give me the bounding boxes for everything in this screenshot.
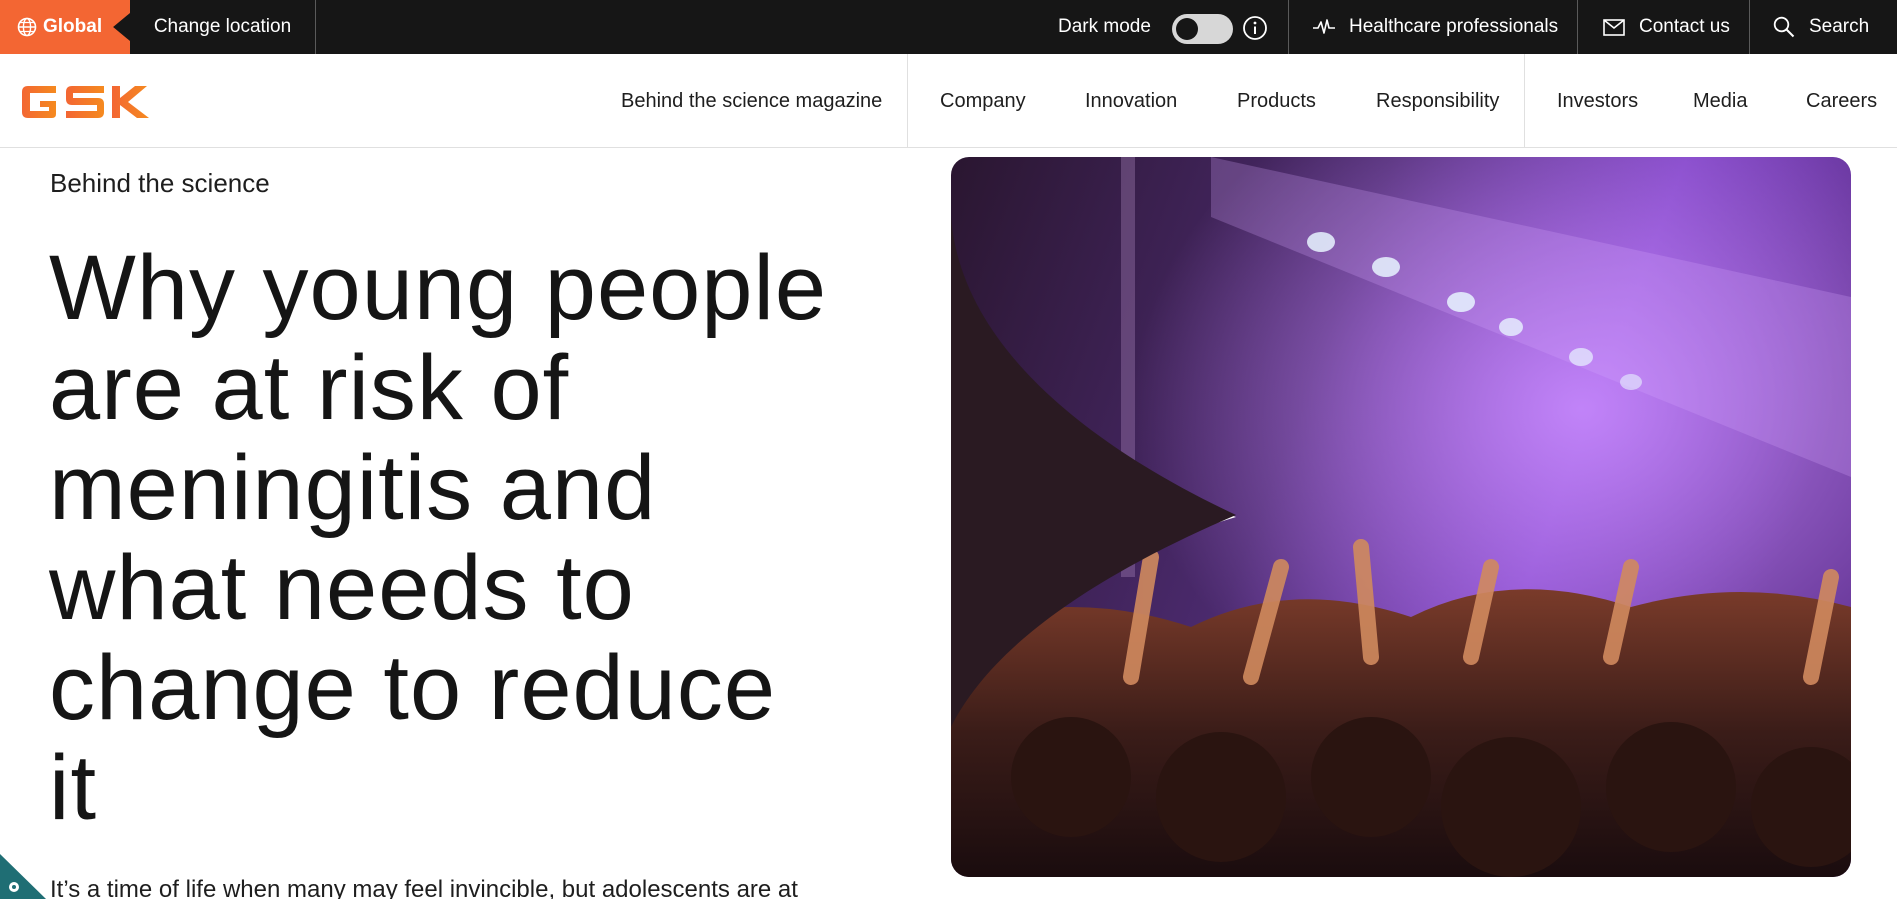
headline-line: it — [49, 737, 97, 839]
nav-products[interactable]: Products — [1237, 54, 1316, 148]
concert-crowd-image — [951, 157, 1851, 877]
nav-media[interactable]: Media — [1693, 54, 1747, 148]
divider — [1524, 54, 1525, 148]
hcp-label: Healthcare professionals — [1349, 16, 1559, 37]
divider — [1749, 0, 1750, 54]
divider — [1577, 0, 1578, 54]
divider — [907, 54, 908, 148]
dark-mode-toggle[interactable] — [1172, 14, 1233, 44]
pulse-icon — [1313, 19, 1335, 34]
cookie-settings-button[interactable] — [0, 854, 46, 899]
global-label: Global — [43, 16, 103, 37]
search-label: Search — [1809, 16, 1870, 37]
nav-innovation[interactable]: Innovation — [1085, 54, 1177, 148]
change-location-link[interactable]: Change location — [130, 0, 316, 54]
global-selector[interactable]: Global — [0, 0, 130, 54]
nav-company[interactable]: Company — [940, 54, 1026, 148]
toggle-knob — [1176, 18, 1198, 40]
main-navigation: Behind the science magazine Company Inno… — [0, 54, 1897, 148]
nav-behind-the-science[interactable]: Behind the science magazine — [621, 54, 882, 148]
nav-investors[interactable]: Investors — [1557, 54, 1638, 148]
article-intro: It’s a time of life when many may feel i… — [50, 876, 798, 899]
gear-icon — [9, 882, 19, 892]
headline-line: meningitis and — [49, 437, 657, 539]
divider — [1288, 0, 1289, 54]
gsk-logo[interactable] — [18, 80, 152, 124]
search-icon — [1773, 16, 1795, 38]
nav-careers[interactable]: Careers — [1806, 54, 1877, 148]
article-headline: Why young people are at risk of meningit… — [49, 238, 929, 838]
contact-label: Contact us — [1639, 16, 1730, 37]
change-location-label: Change location — [153, 16, 292, 37]
headline-line: Why young people — [49, 237, 828, 339]
nav-responsibility[interactable]: Responsibility — [1376, 54, 1499, 148]
utility-bar: Global Change location Dark mode Healthc… — [0, 0, 1897, 54]
article-eyebrow: Behind the science — [50, 168, 270, 198]
contact-us-link[interactable]: Contact us — [1603, 0, 1730, 54]
mail-icon — [1603, 18, 1625, 36]
headline-line: what needs to — [49, 537, 635, 639]
headline-line: change to reduce — [49, 637, 776, 739]
search-button[interactable]: Search — [1773, 0, 1869, 54]
info-icon[interactable] — [1242, 15, 1268, 41]
dark-mode-label: Dark mode — [1058, 16, 1151, 37]
hero-image — [951, 157, 1851, 877]
headline-line: are at risk of — [49, 337, 570, 439]
healthcare-professionals-link[interactable]: Healthcare professionals — [1313, 0, 1558, 54]
globe-icon — [17, 17, 37, 37]
